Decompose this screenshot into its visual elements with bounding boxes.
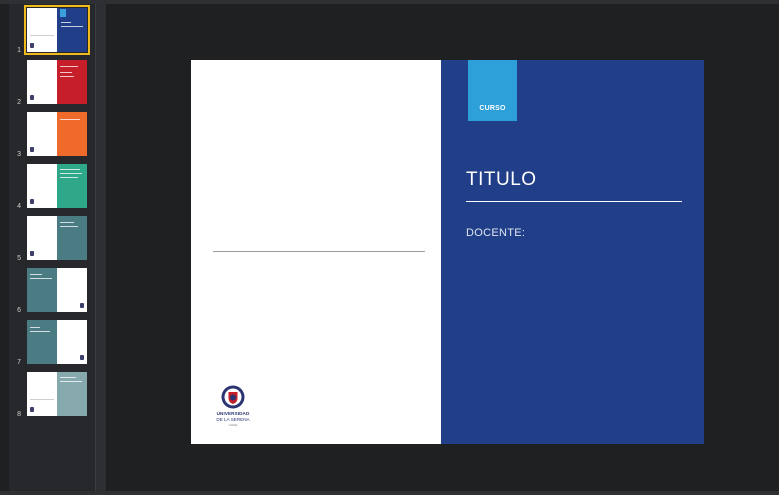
thumbnail-title-line: [30, 274, 42, 275]
slide-thumbnail-panel[interactable]: 1 2 3 4 5 6 7 8: [9, 4, 95, 491]
thumbnail-text-line: [30, 278, 52, 279]
thumbnail-logo-icon: [30, 199, 34, 204]
thumbnail-row-5[interactable]: 5: [9, 216, 95, 264]
slide-number: 2: [17, 99, 21, 106]
thumbnail-text-line: [60, 226, 78, 227]
course-tag[interactable]: CURSO: [468, 60, 517, 121]
thumbnail-logo-icon: [30, 43, 34, 48]
panel-splitter[interactable]: [95, 4, 106, 491]
thumbnail-title-line: [30, 327, 40, 328]
thumbnail-divider-line: [30, 399, 54, 400]
thumbnail-row-2[interactable]: 2: [9, 60, 95, 108]
blue-panel: CURSO TITULO DOCENTE:: [441, 60, 704, 444]
top-toolbar-edge: [0, 0, 779, 4]
course-label[interactable]: CURSO: [468, 105, 517, 112]
thumbnail-logo-icon: [80, 303, 84, 308]
thumbnail-text-line: [60, 177, 78, 178]
thumbnail-title-line: [60, 119, 80, 120]
slide-number: 6: [17, 307, 21, 314]
slide-thumbnail-5[interactable]: [27, 216, 87, 260]
thumbnail-logo-icon: [30, 95, 34, 100]
thumbnail-row-6[interactable]: 6: [9, 268, 95, 316]
slide-canvas[interactable]: UNIVERSIDAD DE LA SERENA CHILE CURSO TIT…: [191, 60, 704, 444]
slide-title[interactable]: TITULO: [466, 169, 537, 191]
slide-thumbnail-3[interactable]: [27, 112, 87, 156]
thumbnail-logo-icon: [30, 251, 34, 256]
thumbnail-logo-icon: [30, 407, 34, 412]
slide-thumbnail-4[interactable]: [27, 164, 87, 208]
thumbnail-text-line: [30, 331, 50, 332]
university-emblem-icon: [221, 385, 245, 409]
thumbnail-text-line: [60, 169, 80, 170]
slide-thumbnail-6[interactable]: [27, 268, 87, 312]
teacher-label[interactable]: DOCENTE:: [466, 227, 525, 239]
university-logo: UNIVERSIDAD DE LA SERENA CHILE: [212, 385, 254, 431]
slide-number: 8: [17, 411, 21, 418]
slide-thumbnail-2[interactable]: [27, 60, 87, 104]
thumbnail-row-3[interactable]: 3: [9, 112, 95, 160]
slide-number: 7: [17, 359, 21, 366]
thumbnail-title-line: [60, 377, 76, 378]
thumbnail-title-underline: [61, 26, 83, 27]
thumbnail-logo-icon: [80, 355, 84, 360]
title-underline: [466, 201, 682, 202]
thumbnail-text-line: [60, 381, 82, 382]
thumbnail-title-line: [60, 222, 74, 223]
logo-country: CHILE: [228, 423, 238, 427]
thumbnail-row-1[interactable]: 1: [9, 5, 95, 56]
thumbnail-course-tag: [60, 9, 66, 17]
bottom-status-edge: [0, 491, 779, 495]
thumbnail-divider-line: [30, 35, 54, 36]
thumbnail-title-line: [60, 66, 78, 67]
slide-number: 4: [17, 203, 21, 210]
logo-text: UNIVERSIDAD: [216, 411, 250, 416]
slide-thumbnail-8[interactable]: [27, 372, 87, 416]
thumbnail-logo-icon: [30, 147, 34, 152]
slide-thumbnail-7[interactable]: [27, 320, 87, 364]
slide-number: 5: [17, 255, 21, 262]
thumbnail-title-line: [61, 22, 71, 23]
thumbnail-color-panel: [57, 372, 87, 416]
thumbnail-color-panel: [57, 164, 87, 208]
thumbnail-row-4[interactable]: 4: [9, 164, 95, 212]
thumbnail-row-7[interactable]: 7: [9, 320, 95, 368]
divider-line: [213, 251, 425, 252]
thumbnail-text-line: [60, 173, 82, 174]
slide-number: 3: [17, 151, 21, 158]
slide-number: 1: [17, 47, 21, 54]
thumbnail-text-line: [60, 76, 74, 77]
thumbnail-row-8[interactable]: 8: [9, 372, 95, 420]
thumbnail-text-line: [60, 72, 72, 73]
logo-subtext: DE LA SERENA: [216, 417, 250, 422]
slide-thumbnail-1[interactable]: [24, 5, 90, 55]
